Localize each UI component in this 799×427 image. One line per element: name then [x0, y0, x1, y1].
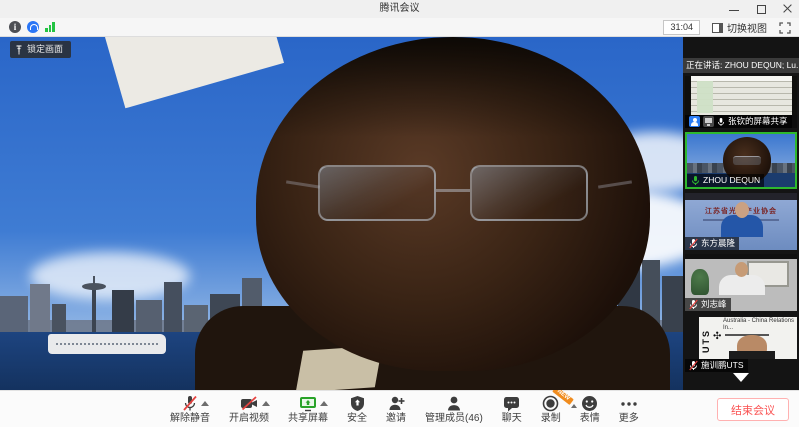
shield-icon	[350, 395, 365, 412]
meeting-timer: 31:04	[663, 20, 700, 35]
uts-logo-text: UTS	[701, 329, 711, 353]
tile-name: 张钦的屏幕共享	[728, 115, 788, 128]
switch-view-button[interactable]: 切换视图	[712, 20, 767, 35]
switch-view-icon	[712, 23, 723, 33]
participants-sidebar: 正在讲话: ZHOU DEQUN; Lu... 张钦的屏幕共享	[683, 37, 799, 390]
emoji-icon	[581, 395, 598, 412]
close-icon[interactable]	[783, 4, 793, 14]
screen-share-preview	[685, 76, 797, 115]
screen-share-icon	[703, 116, 714, 127]
switch-view-label: 切换视图	[727, 20, 767, 35]
mic-muted-icon	[689, 299, 698, 310]
info-icon[interactable]: i	[9, 21, 21, 33]
space-needle	[92, 286, 96, 332]
uts-logo-icon: ✣	[713, 331, 721, 342]
restore-icon[interactable]	[756, 4, 766, 14]
camera-muted-icon	[240, 396, 259, 411]
invite-person-icon	[388, 395, 405, 412]
invite-button[interactable]: 邀请	[386, 395, 406, 424]
slide-title-2: In...	[723, 325, 733, 331]
speaking-banner: 正在讲话: ZHOU DEQUN; Lu...	[683, 58, 799, 73]
network-signal-icon[interactable]	[45, 22, 55, 32]
share-screen-icon	[299, 396, 317, 412]
video-options-caret[interactable]	[262, 401, 270, 406]
cruise-ship	[48, 334, 166, 354]
tile-zhou-dequn[interactable]: ZHOU DEQUN	[685, 132, 797, 189]
start-video-button[interactable]: 开启视频	[229, 395, 269, 424]
record-icon	[542, 395, 559, 412]
statusbar: i 31:04 切换视图	[0, 18, 799, 37]
record-options-caret[interactable]	[571, 404, 577, 408]
pin-view-label: 锁定画面	[27, 41, 63, 58]
share-screen-button[interactable]: 共享屏幕	[288, 395, 328, 424]
room-ceiling	[105, 37, 284, 108]
slide-title: Australia - China Relations	[723, 318, 794, 324]
titlebar: 腾讯会议	[0, 0, 799, 18]
tile-liuzhifeng[interactable]: 刘志峰	[685, 254, 797, 311]
mic-options-caret[interactable]	[201, 401, 209, 406]
fullscreen-icon[interactable]	[779, 22, 791, 34]
more-dots-icon	[620, 401, 638, 407]
minimize-icon[interactable]	[729, 4, 739, 14]
members-icon	[446, 395, 462, 412]
mic-muted-icon	[182, 395, 198, 412]
window-title: 腾讯会议	[0, 0, 799, 18]
tile-name: 刘志峰	[701, 298, 727, 311]
record-button[interactable]: NEW 录制	[541, 395, 561, 424]
more-button[interactable]: 更多	[619, 395, 639, 424]
share-options-caret[interactable]	[320, 401, 328, 406]
tencent-meeting-window: 腾讯会议 i 31:04 切换视图	[0, 0, 799, 427]
tile-screen-share[interactable]: 张钦的屏幕共享	[685, 76, 797, 128]
pin-view-button[interactable]: 锁定画面	[10, 41, 71, 58]
tile-uts[interactable]: Australia - China Relations In... ✣ UTS …	[685, 315, 797, 372]
unmute-button[interactable]: 解除静音	[170, 395, 210, 424]
end-meeting-button[interactable]: 结束会议	[717, 398, 789, 421]
chat-button[interactable]: 聊天	[502, 395, 522, 424]
mic-on-icon	[717, 117, 725, 127]
pin-icon	[15, 45, 23, 55]
tile-name: 施训鹏UTS	[701, 359, 744, 372]
security-button[interactable]: 安全	[347, 395, 367, 424]
stage: 锁定画面 正在讲话: ZHOU DEQUN; Lu...	[0, 37, 799, 390]
scroll-down-arrow-icon[interactable]	[733, 373, 749, 382]
tile-dongfang[interactable]: 江苏省光伏产业协会 东方晨隆	[685, 193, 797, 250]
bottom-toolbar: 解除静音 开启视频	[0, 390, 799, 427]
mic-muted-icon	[689, 238, 698, 249]
speaker-glasses	[318, 165, 598, 227]
mic-muted-icon	[689, 360, 698, 371]
presenter-icon	[689, 116, 700, 127]
emoji-button[interactable]: 表情	[580, 395, 600, 424]
audio-device-icon[interactable]	[27, 21, 39, 33]
tile-name: 东方晨隆	[701, 237, 735, 250]
manage-members-button[interactable]: 管理成员(46)	[425, 395, 483, 424]
chat-bubble-icon	[503, 396, 520, 412]
tile-name: ZHOU DEQUN	[703, 174, 760, 187]
main-video: 锁定画面	[0, 37, 683, 390]
mic-active-icon	[691, 175, 700, 186]
